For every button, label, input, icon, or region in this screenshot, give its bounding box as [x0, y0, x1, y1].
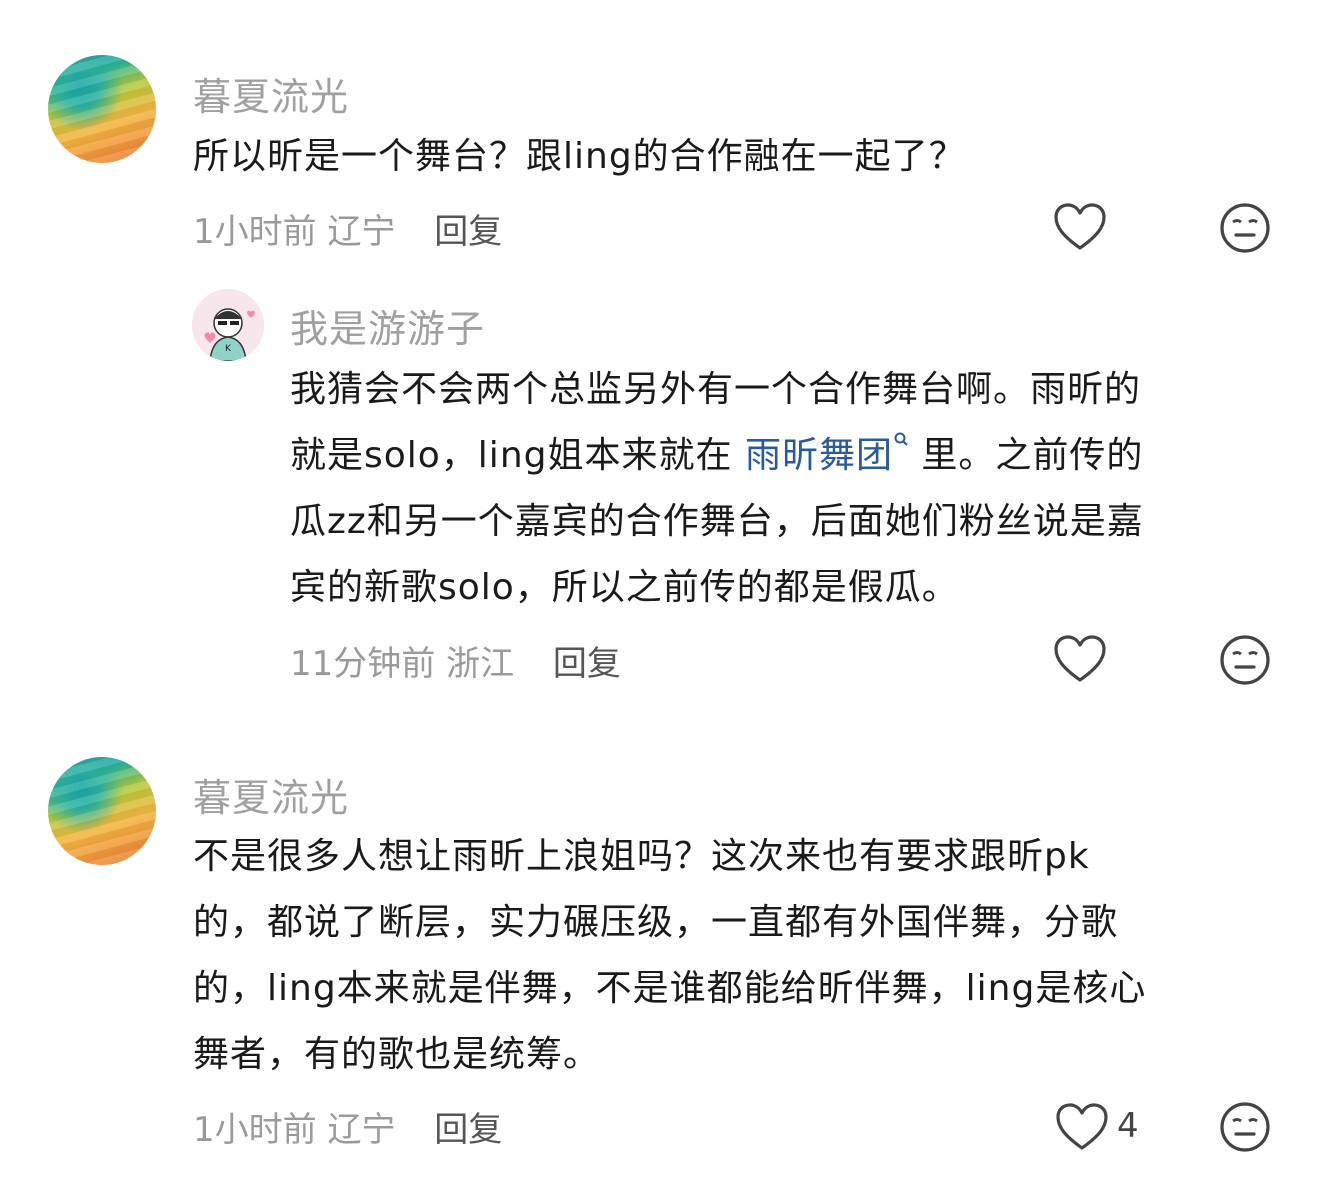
- text-segment: 里。之前传的: [908, 435, 1144, 476]
- meh-face-icon[interactable]: [1218, 1100, 1272, 1154]
- comment-time: 11分钟前: [290, 644, 436, 684]
- search-link[interactable]: 雨昕舞团: [745, 432, 909, 476]
- reply-button[interactable]: 回复: [553, 644, 621, 684]
- link-text[interactable]: 雨昕舞团: [745, 435, 893, 476]
- like-count: 4: [1117, 1106, 1139, 1146]
- comment-location: 辽宁: [327, 212, 396, 252]
- heart-outline-icon[interactable]: [1055, 1102, 1109, 1152]
- heart-outline-icon[interactable]: [1053, 634, 1107, 684]
- comment-location: 辽宁: [327, 1110, 396, 1150]
- comment-username[interactable]: 暮夏流光: [193, 767, 349, 822]
- avatar[interactable]: K: [192, 289, 264, 361]
- reply-meta: 11分钟前 浙江 回复: [290, 636, 621, 685]
- text-line: 不是很多人想让雨昕上浪姐吗？这次来也有要求跟昕pk: [193, 836, 1090, 877]
- avatar[interactable]: [48, 55, 156, 163]
- avatar[interactable]: [48, 757, 156, 865]
- comment-username[interactable]: 暮夏流光: [193, 66, 349, 121]
- reply-button[interactable]: 回复: [434, 212, 502, 252]
- heart-outline-icon[interactable]: [1053, 202, 1107, 252]
- comment-meta: 1小时前 辽宁 回复: [193, 204, 502, 253]
- text-line: 瓜zz和另一个嘉宾的合作舞台，后面她们粉丝说是嘉: [290, 501, 1144, 542]
- search-icon[interactable]: [893, 431, 909, 453]
- reply-text: 我猜会不会两个总监另外有一个合作舞台啊。雨昕的 就是solo，ling姐本来就在…: [290, 357, 1270, 621]
- comment-text: 所以昕是一个舞台？跟ling的合作融在一起了？: [193, 136, 966, 177]
- comment-time: 1小时前: [193, 1110, 317, 1150]
- comment-time: 1小时前: [193, 212, 317, 252]
- text-line: 我猜会不会两个总监另外有一个合作舞台啊。雨昕的: [290, 369, 1142, 410]
- text-segment: 就是solo，ling姐本来就在: [290, 435, 745, 476]
- text-line: 就是solo，ling姐本来就在 雨昕舞团 里。之前传的: [290, 423, 1270, 489]
- cartoon-avatar-icon: K: [192, 289, 264, 361]
- text-line: 的，都说了断层，实力碾压级，一直都有外国伴舞，分歌: [193, 902, 1119, 943]
- meh-face-icon[interactable]: [1218, 633, 1272, 687]
- comment-text: 不是很多人想让雨昕上浪姐吗？这次来也有要求跟昕pk 的，都说了断层，实力碾压级，…: [193, 824, 1273, 1088]
- comment-location: 浙江: [446, 644, 515, 684]
- text-line: 的，ling本来就是伴舞，不是谁都能给昕伴舞，ling是核心: [193, 968, 1147, 1009]
- meh-face-icon[interactable]: [1218, 201, 1272, 255]
- reply-username[interactable]: 我是游游子: [290, 298, 485, 353]
- comment-meta: 1小时前 辽宁 回复: [193, 1102, 502, 1151]
- reply-button[interactable]: 回复: [434, 1110, 502, 1150]
- text-line: 舞者，有的歌也是统筹。: [193, 1034, 601, 1075]
- text-line: 宾的新歌solo，所以之前传的都是假瓜。: [290, 567, 959, 608]
